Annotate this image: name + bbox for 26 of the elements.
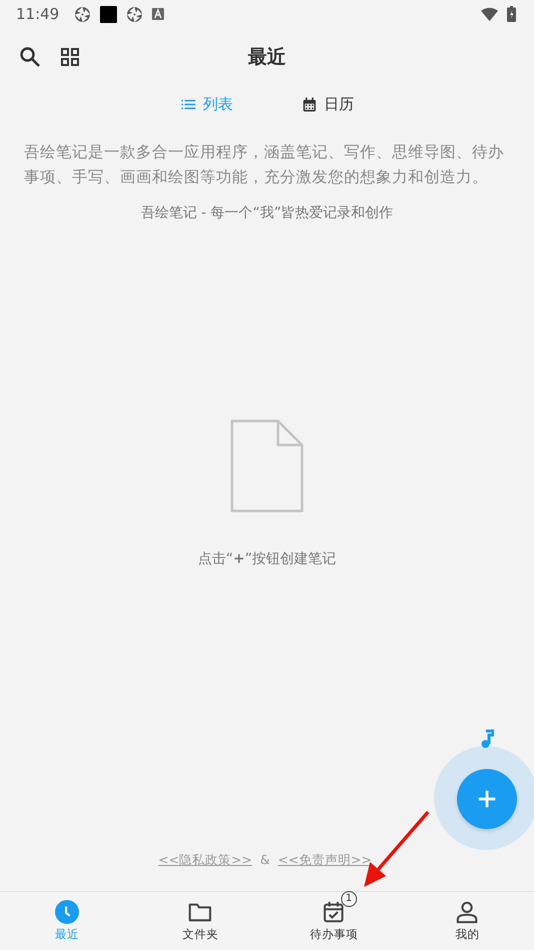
page-title: 最近 xyxy=(248,45,286,70)
aperture-icon xyxy=(126,6,144,22)
square-icon xyxy=(100,6,118,22)
grid-view-icon[interactable] xyxy=(58,45,82,69)
app-slogan: 吾绘笔记 - 每一个“我”皆热爱记录和创作 xyxy=(140,204,394,222)
nav-tab[interactable]: 我的 xyxy=(400,892,534,950)
view-tab[interactable]: 日历 xyxy=(297,92,358,116)
calendar-icon xyxy=(301,96,318,112)
app-description: 吾绘笔记是一款多合一应用程序，涵盖笔记、写作、思维导图、待办事项、手写、画画和绘图等功能，充分激发您的想象力和创造力。 xyxy=(24,142,505,188)
calendar-check-icon xyxy=(322,900,346,924)
battery-icon xyxy=(507,6,516,22)
nav-tab[interactable]: 1 待办事项 xyxy=(267,892,400,950)
keyboard-icon xyxy=(152,8,164,20)
count-badge: 1 xyxy=(340,891,357,907)
plus-icon xyxy=(476,788,498,810)
nav-tab[interactable]: 文件夹 xyxy=(134,892,267,950)
status-time: 11:49 xyxy=(16,5,60,23)
wifi-icon xyxy=(481,6,498,22)
empty-hint: 点击“+”按钮创建笔记 xyxy=(198,550,336,568)
aperture-icon xyxy=(74,6,92,22)
empty-document-icon xyxy=(230,419,304,513)
clock-icon xyxy=(54,900,79,924)
link-separator: & xyxy=(260,852,270,869)
search-icon[interactable] xyxy=(18,45,42,69)
music-note-icon[interactable] xyxy=(480,729,494,749)
person-icon xyxy=(455,900,480,924)
